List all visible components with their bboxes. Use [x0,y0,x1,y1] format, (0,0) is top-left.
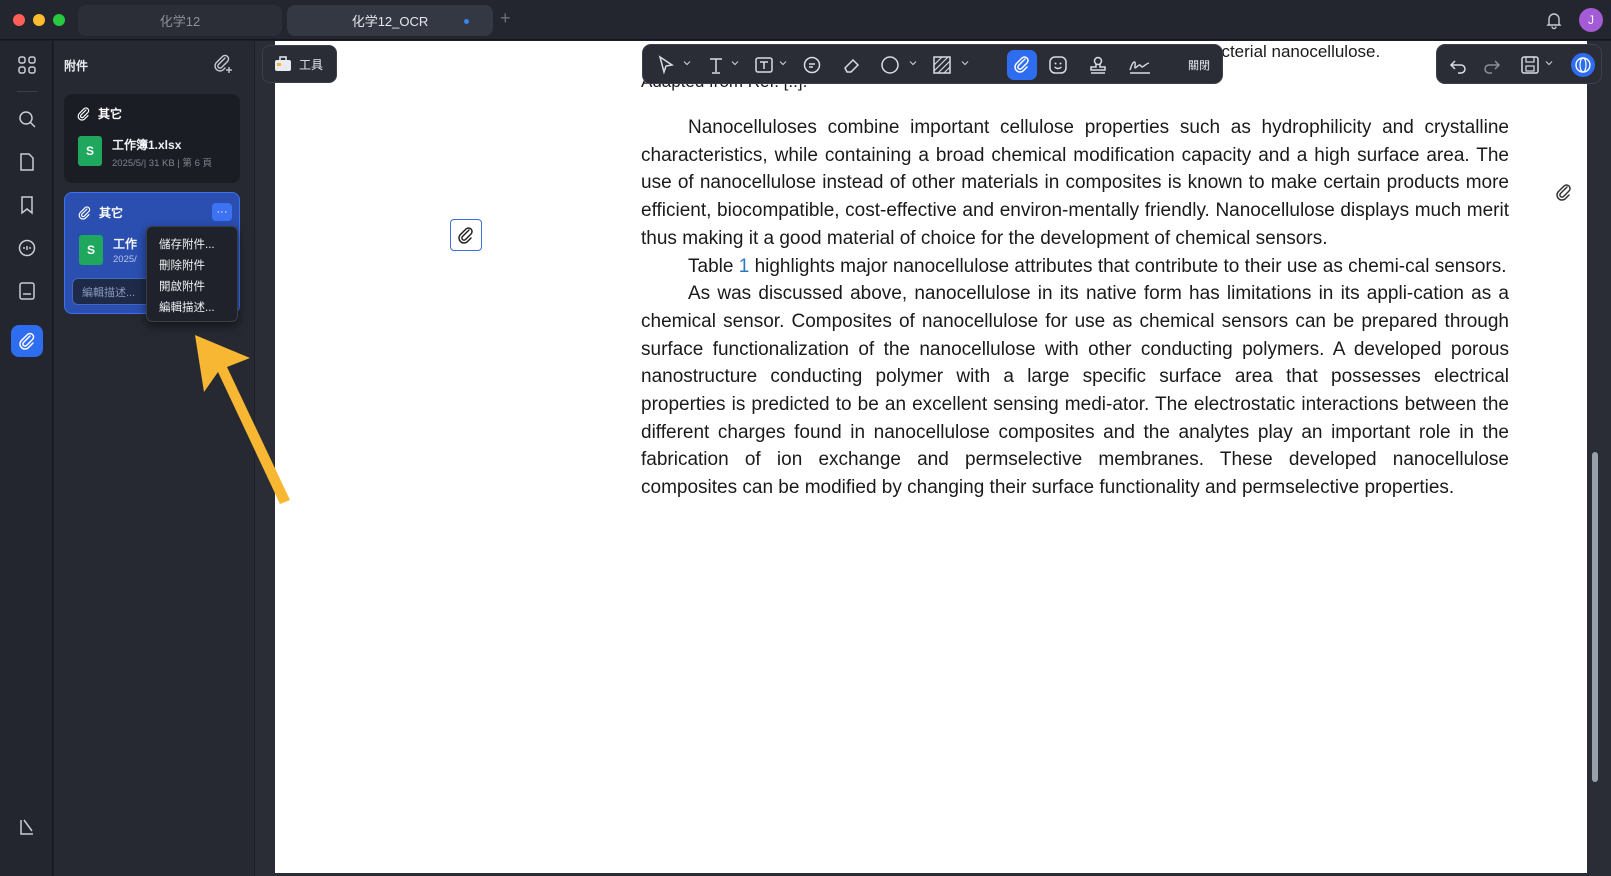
text-box-icon[interactable] [753,54,775,76]
sidebar-toggle-icon[interactable] [16,816,38,838]
more-options-button[interactable]: ··· [212,203,232,221]
history-toolbar [1436,44,1602,84]
zoom-window-button[interactable] [53,14,65,26]
paragraph: Table 1 highlights major nanocellulose a… [641,253,1509,281]
add-attachment-icon[interactable] [212,53,234,75]
paperclip-icon [77,106,90,121]
bookmark-icon[interactable] [16,194,38,216]
globe-icon [1575,57,1591,73]
table-link[interactable]: 1 [739,256,750,277]
paperclip-icon [458,227,473,244]
left-rail [0,41,53,876]
unsaved-dot [464,19,469,24]
stamp-icon[interactable] [1087,54,1109,76]
undo-icon[interactable] [1447,54,1469,76]
panel-title: 附件 [64,59,89,73]
tab-label: 化学12_OCR [351,14,429,29]
text-icon[interactable] [705,54,727,76]
tools-button[interactable]: 工具 [262,45,337,83]
new-tab-button[interactable]: + [500,8,511,29]
tab-chem12-ocr[interactable]: 化学12_OCR [287,5,493,36]
chevron-down-icon[interactable] [731,59,739,67]
table-ref-word: Table [688,255,734,277]
attachment-card[interactable]: 其它 S 工作簿1.xlsx 2025/5/| 31 KB | 第 6 頁 [64,94,240,183]
thumbnails-icon[interactable] [16,54,38,76]
page-icon[interactable] [16,151,38,173]
rail-divider [17,91,37,92]
close-window-button[interactable] [13,14,25,26]
menu-item-edit-description[interactable]: 編輯描述... [147,296,237,317]
minimize-window-button[interactable] [33,14,45,26]
attachment-context-menu: 儲存附件... 刪除附件 開啟附件 編輯描述... [146,226,238,322]
comment-icon[interactable] [16,237,38,259]
menu-item-save-attachment[interactable]: 儲存附件... [147,233,237,254]
card-category: 其它 [99,206,124,220]
save-icon[interactable] [1519,54,1541,76]
paragraph-text: highlights major nanocellulose attribute… [754,255,1507,277]
paperclip-icon [78,205,91,220]
note-icon[interactable] [801,54,823,76]
shape-circle-icon[interactable] [879,54,901,76]
close-toolbar-button[interactable]: 關閉 [1188,57,1210,73]
form-icon[interactable] [16,280,38,302]
paragraph: As was discussed above, nanocellulose in… [641,283,1509,499]
bell-icon[interactable] [1544,10,1564,30]
cut-off-text: acterial nanocellulose. [1212,42,1381,61]
tab-label: 化学12 [159,14,201,29]
file-name: 工作簿1.xlsx [112,138,182,152]
chevron-down-icon[interactable] [1545,59,1553,67]
paperclip-icon [1014,56,1029,73]
tools-label: 工具 [299,57,324,72]
toolbox-icon [275,56,291,71]
file-meta: 2025/ [113,254,137,265]
scrollbar[interactable] [1592,452,1598,782]
signature-icon[interactable] [1127,54,1153,76]
document-body: Nanocelluloses combine important cellulo… [641,114,1509,502]
spreadsheet-icon: S [78,136,102,166]
file-meta: 2025/5/| 31 KB | 第 6 頁 [112,158,212,169]
annotation-toolbar: 關閉 [642,44,1223,84]
search-icon[interactable] [16,108,38,130]
tab-chem12[interactable]: 化学12 [78,5,282,36]
eraser-icon[interactable] [841,54,863,76]
chevron-down-icon[interactable] [779,59,787,67]
attachment-marker-icon[interactable] [1553,182,1575,204]
attachment-annotation[interactable] [450,219,482,251]
paragraph: Nanocelluloses combine important cellulo… [641,117,1509,249]
paperclip-icon [19,332,35,350]
sticker-icon[interactable] [1047,54,1069,76]
card-header: 其它 [77,204,123,221]
chevron-down-icon[interactable] [961,59,969,67]
menu-item-open-attachment[interactable]: 開啟附件 [147,275,237,296]
menu-item-delete-attachment[interactable]: 刪除附件 [147,254,237,275]
avatar[interactable]: J [1579,8,1603,32]
redo-icon[interactable] [1481,54,1503,76]
title-bar: 化学12 化学12_OCR + J [0,0,1611,40]
card-category: 其它 [98,107,123,121]
area-hatch-icon[interactable] [931,54,953,76]
chevron-down-icon[interactable] [683,59,691,67]
arrow-annotation [195,335,290,504]
spreadsheet-icon: S [79,235,103,265]
select-cursor-icon[interactable] [655,54,677,76]
file-name: 工作 [113,237,138,251]
chevron-down-icon[interactable] [909,59,917,67]
card-header: 其它 [76,105,122,122]
